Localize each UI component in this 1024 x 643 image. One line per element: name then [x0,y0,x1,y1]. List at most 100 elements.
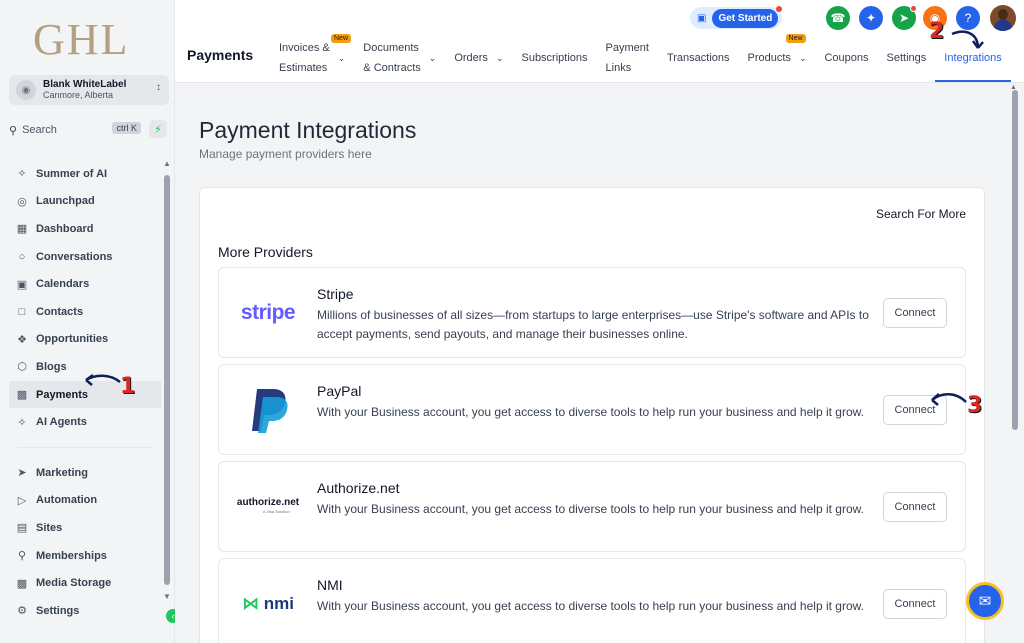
sidebar-item-label: Launchpad [36,195,95,208]
new-badge: New [785,34,806,43]
annotation-step-2: 2 [929,19,945,44]
sidebar-item-contacts[interactable]: □ Contacts [9,298,161,326]
tab-label: Settings [886,52,927,64]
scroll-up-arrow-icon[interactable]: ▲ [163,159,171,168]
provider-card-authorize-net: authorize.net A Visa Solution Authorize.n… [218,461,966,552]
tab-documents-contracts[interactable]: Documents & Contracts ⌄ [354,34,445,82]
sidebar-item-summer-of-ai[interactable]: ✧ Summer of AI [9,160,161,188]
sidebar-item-settings[interactable]: ⚙ Settings [9,597,161,625]
provider-name: Authorize.net [317,480,400,496]
sidebar-item-label: Calendars [36,278,90,291]
tab-invoices-estimates[interactable]: New Invoices & Estimates ⌄ [270,34,354,82]
stripe-logo-text: stripe [240,301,296,324]
get-started-button[interactable]: Get Started [712,8,779,28]
sidebar-item-automation[interactable]: ▷ Automation [9,487,161,515]
sidebar-item-label: Conversations [36,250,113,263]
contacts-icon: □ [18,305,26,318]
annotation-step-1: 1 [120,374,136,399]
tab-label: Documents [363,42,419,54]
sidebar-item-media-storage[interactable]: ▩ Media Storage [9,569,161,597]
sidebar-item-opportunities[interactable]: ❖ Opportunities [9,326,161,354]
grid-icon: ▦ [16,223,28,236]
provider-description: Millions of businesses of all sizes—from… [317,308,869,341]
search-label: Search [22,124,57,136]
tab-label: & Contracts [363,62,421,74]
gear-icon: ⚙ [17,605,27,618]
sidebar-item-label: Sites [36,521,63,534]
nmi-logo-icon: ⋈ nmi [242,594,294,613]
providers-card: Search For More More Providers stripe St… [199,187,985,643]
connect-button[interactable]: Connect [883,298,947,328]
provider-description: With your Business account, you get acce… [317,405,864,419]
tab-coupons[interactable]: Coupons [815,34,877,82]
quick-action-bolt-icon[interactable]: ⚡ [149,120,167,138]
tab-products[interactable]: New Products ⌄ [739,34,816,82]
location-icon: ◉ [16,80,36,100]
sidebar-item-dashboard[interactable]: ▦ Dashboard [9,215,161,243]
connect-button[interactable]: Connect [883,589,947,619]
chat-icon: ○ [18,250,26,263]
tab-label: Invoices & [279,42,330,54]
new-badge: New [331,34,352,43]
provider-name: NMI [317,577,343,593]
sparkle-icon: ✧ [17,168,27,181]
chevron-down-icon: ⌄ [337,52,346,63]
sidebar-item-label: Blogs [36,360,67,373]
account-name: Blank WhiteLabel [43,79,127,90]
page-title: Payments [187,47,254,63]
sidebar-item-sites[interactable]: ▤ Sites [9,514,161,542]
account-switcher[interactable]: ◉ Blank WhiteLabel Canmore, Alberta ↕ [9,75,169,105]
main-content: Payment Integrations Manage payment prov… [175,83,1024,643]
agency-logo: GHL [33,15,130,64]
avatar[interactable] [990,5,1016,31]
receipt-icon: ▩ [16,389,28,402]
sidebar-item-label: Summer of AI [36,167,108,180]
scroll-down-arrow-icon[interactable]: ▼ [163,592,171,601]
sidebar-item-ai-agents[interactable]: ✧ AI Agents [9,408,161,436]
provider-name: PayPal [317,383,362,399]
sidebar-search[interactable]: ⚲ Search ctrl K [9,120,143,140]
provider-card-nmi: ⋈ nmi NMI With your Business account, yo… [218,558,966,643]
connect-button[interactable]: Connect [883,492,947,522]
sidebar-item-calendars[interactable]: ▣ Calendars [9,270,161,298]
tab-transactions[interactable]: Transactions [658,34,739,82]
sidebar-scrollbar[interactable] [164,175,170,585]
automation-icon: ▷ [17,494,27,507]
get-started-widget[interactable]: ▣ Get Started [690,6,782,29]
chat-widget-icon[interactable]: ✉ [966,582,1004,620]
main-scrollbar[interactable] [1012,90,1018,430]
sites-icon: ▤ [16,522,28,535]
sidebar-item-label: AI Agents [36,416,87,429]
tab-settings[interactable]: Settings [878,34,936,82]
notification-dot [910,5,917,12]
sidebar-item-memberships[interactable]: ⚲ Memberships [9,542,161,570]
authorize-net-logo-subtext: A Visa Solution [262,509,290,514]
send-icon: ➤ [17,467,27,480]
tab-label: Products [747,52,791,64]
tab-label: Coupons [824,52,869,64]
paypal-logo-icon [237,383,299,437]
chevron-updown-icon: ↕ [156,82,161,93]
sidebar-item-label: Contacts [36,305,84,318]
sparkle-icon: ✧ [17,416,27,429]
provider-card-stripe: stripe Stripe Millions of businesses of … [218,267,966,358]
search-for-more-link[interactable]: Search For More [876,207,966,221]
tab-orders[interactable]: Orders ⌄ [445,34,512,82]
tab-subscriptions[interactable]: Subscriptions [512,34,596,82]
sidebar-item-label: Memberships [36,549,107,562]
tab-payment-links[interactable]: Payment Links [597,34,658,82]
magic-wand-icon[interactable]: ✦ [859,6,883,30]
sidebar-item-conversations[interactable]: ○ Conversations [9,243,161,271]
section-title: More Providers [218,244,313,260]
tab-label: Orders [454,52,488,64]
phone-icon[interactable]: ☎ [826,6,850,30]
sidebar-item-marketing[interactable]: ➤ Marketing [9,459,161,487]
search-shortcut: ctrl K [112,122,141,134]
annotation-arrow-icon [951,30,984,49]
sidebar: GHL ◉ Blank WhiteLabel Canmore, Alberta … [0,0,180,643]
help-icon[interactable]: ? [956,6,980,30]
sidebar-item-launchpad[interactable]: ◎ Launchpad [9,188,161,216]
card-icon: ▣ [697,12,707,24]
megaphone-icon[interactable]: ➤ [892,5,917,30]
sidebar-nav: ✧ Summer of AI ◎ Launchpad ▦ Dashboard ○ Con… [9,160,161,625]
